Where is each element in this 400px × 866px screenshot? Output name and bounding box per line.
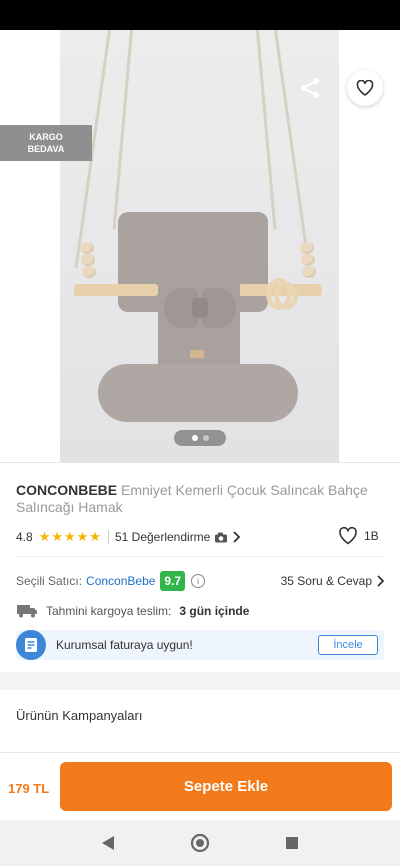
truck-icon: [17, 605, 37, 618]
arrow-left-icon: [19, 79, 39, 97]
teether-ring: [274, 282, 298, 310]
bead: [302, 266, 316, 278]
delivery-row: Tahmini kargoya teslim: 3 gün içinde: [16, 601, 249, 621]
heart-icon: [356, 80, 374, 96]
nav-recents-button[interactable]: [281, 832, 303, 854]
status-bar: [0, 0, 400, 30]
share-icon: [301, 78, 319, 98]
star-rating: ★★★★★: [38, 529, 102, 544]
invoice-icon: [16, 630, 46, 660]
product-title: CONCONBEBE Emniyet Kemerli Çocuk Salınca…: [16, 482, 386, 516]
pager-dot[interactable]: [202, 435, 209, 441]
chevron-right-icon: [377, 575, 384, 587]
divider: [16, 556, 384, 557]
section-separator: [0, 672, 400, 690]
rating-row: 4.8 ★★★★★ 51 Değerlendirme: [16, 527, 384, 547]
bottom-cushion: [98, 364, 298, 422]
reviews-link[interactable]: 51 Değerlendirme: [114, 530, 241, 544]
corporate-invoice-banner: Kurumsal faturaya uygun! İncele: [16, 630, 384, 660]
back-button[interactable]: [12, 75, 46, 101]
bow-knot: [192, 298, 208, 318]
pager-dot-active[interactable]: [191, 435, 198, 441]
free-shipping-badge: KARGO BEDAVA: [0, 125, 92, 161]
bead: [301, 254, 315, 266]
questions-link[interactable]: 35 Soru & Cevap: [281, 574, 384, 588]
system-nav-bar: [0, 820, 400, 866]
product-image-carousel[interactable]: KARGO BEDAVA: [0, 30, 400, 462]
nav-home-button[interactable]: [189, 832, 211, 854]
image-pager[interactable]: [174, 430, 226, 446]
camera-icon: [215, 532, 228, 542]
rope: [112, 30, 133, 230]
circle-home-icon: [190, 833, 210, 853]
triangle-back-icon: [102, 836, 114, 850]
inspect-button[interactable]: İncele: [318, 635, 378, 655]
share-button[interactable]: [294, 72, 326, 104]
bead: [300, 242, 314, 254]
info-icon[interactable]: i: [191, 574, 206, 588]
chevron-right-icon: [233, 531, 241, 543]
bead: [82, 266, 96, 278]
bead: [81, 254, 95, 266]
divider: [0, 462, 400, 463]
delivery-value: 3 gün içinde: [179, 604, 250, 618]
delivery-label: Tahmini kargoya teslim:: [46, 604, 172, 618]
heart-icon: [339, 527, 357, 545]
cart-bar: 179 TL Sepete Ekle: [0, 752, 400, 820]
rating-value: 4.8: [16, 530, 33, 544]
wooden-bar: [74, 284, 158, 296]
badge-line: BEDAVA: [27, 144, 65, 154]
rope: [274, 30, 311, 268]
bead: [80, 242, 94, 254]
reviews-count: 51 Değerlendirme: [114, 530, 211, 544]
campaigns-title[interactable]: Ürünün Kampanyaları: [16, 708, 142, 723]
brand-name[interactable]: CONCONBEBE: [16, 482, 117, 498]
seller-label: Seçili Satıcı:: [16, 574, 83, 588]
like-button[interactable]: 1B: [338, 527, 379, 545]
square-recents-icon: [286, 837, 298, 849]
label-tag: [190, 350, 204, 358]
separator: [107, 530, 109, 544]
rope: [256, 30, 277, 230]
like-count: 1B: [364, 529, 379, 543]
nav-back-button[interactable]: [97, 832, 119, 854]
add-to-cart-button[interactable]: Sepete Ekle: [60, 762, 392, 811]
price: 179 TL: [8, 781, 50, 796]
seller-score-badge: 9.7: [160, 571, 186, 591]
badge-line: KARGO: [29, 132, 63, 142]
questions-label: 35 Soru & Cevap: [280, 574, 372, 588]
seller-name-link[interactable]: ConconBebe: [86, 574, 155, 588]
invoice-text: Kurumsal faturaya uygun!: [56, 638, 193, 652]
favorite-button[interactable]: [347, 70, 383, 106]
